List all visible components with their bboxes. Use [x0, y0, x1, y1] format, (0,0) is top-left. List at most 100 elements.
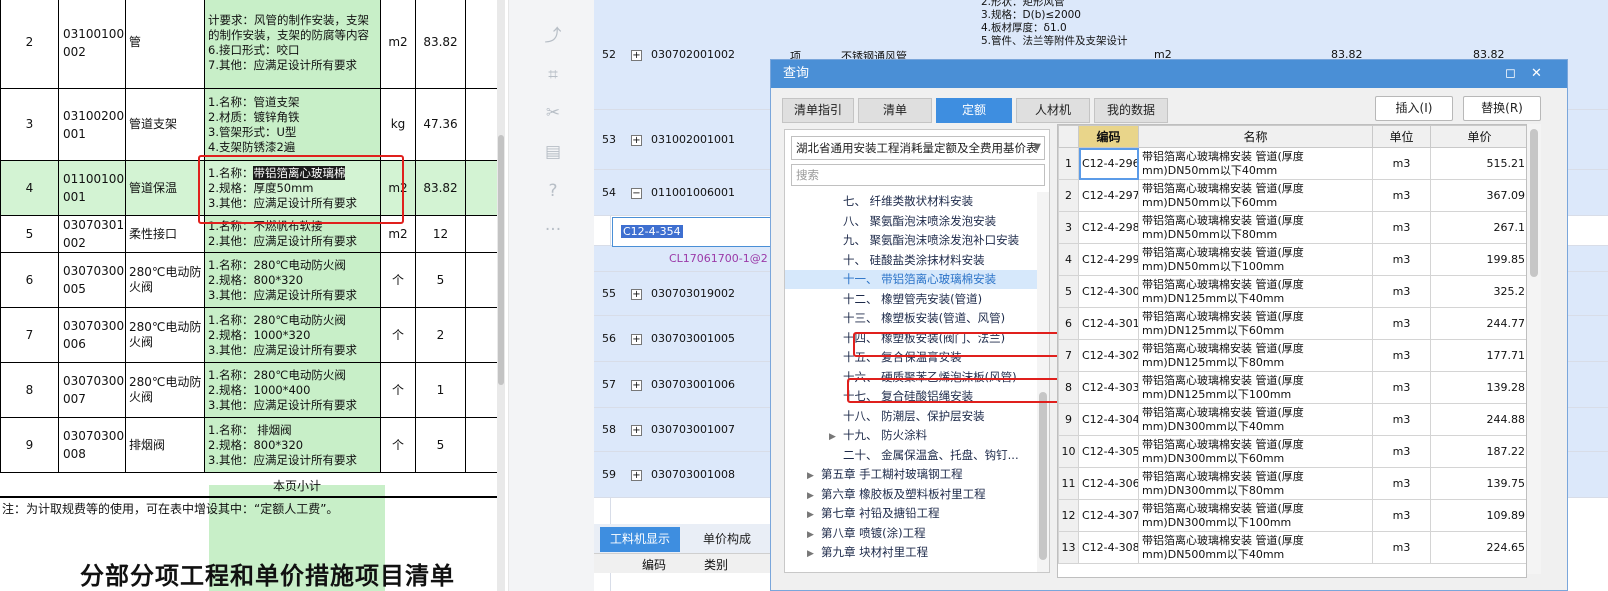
quota-row[interactable]: 6 C12-4-301 带铝箔离心玻璃棉安装 管道(厚度mm)DN125mm以下60…	[1058, 307, 1526, 340]
expand-icon[interactable]: +	[631, 289, 642, 300]
caret-right-icon[interactable]: ▶	[807, 526, 821, 545]
search-input[interactable]: 搜索	[791, 164, 1045, 186]
quota-row[interactable]: 13 C12-4-308 带铝箔离心玻璃棉安装 管道(厚度mm)DN500mm以下4…	[1058, 531, 1526, 564]
tree-item[interactable]: ▶ 第六章 橡胶板及塑料板衬里工程	[785, 485, 1037, 504]
caret-right-icon[interactable]: ▶	[829, 428, 843, 447]
snap-icon[interactable]: ⤴	[542, 25, 564, 47]
caret-right-icon[interactable]: ▶	[807, 467, 821, 486]
quota-row[interactable]: 2 C12-4-297 带铝箔离心玻璃棉安装 管道(厚度mm)DN50mm以下60m…	[1058, 179, 1526, 212]
row-number: 6	[1058, 307, 1079, 340]
maximize-icon[interactable]: ◻	[1505, 60, 1516, 88]
quota-code: C12-4-304	[1078, 403, 1139, 436]
grid-item-code: 030703001005	[651, 332, 735, 345]
expand-icon[interactable]: +	[631, 135, 642, 146]
tree-item[interactable]: ▶ 十九、 防火涂料	[785, 426, 1037, 445]
caret-right-icon[interactable]: ▶	[807, 487, 821, 506]
item-description: 1.名称： 排烟阀 2.规格：800*320 3.其他：应满足设计所有要求	[204, 417, 381, 473]
red-highlight-tree-11	[853, 332, 1071, 357]
dialog-titlebar[interactable]: 查询 ◻ ✕	[771, 60, 1567, 88]
tab-quota[interactable]: 定额	[936, 98, 1012, 123]
item-unit: m2	[380, 0, 416, 89]
close-icon[interactable]: ✕	[1531, 60, 1542, 88]
shape-icon[interactable]: ⌗	[542, 64, 564, 86]
col-name[interactable]: 名称	[1138, 125, 1373, 148]
grid-row-number: 52	[602, 48, 616, 61]
quota-edit-cell[interactable]: C12-4-354	[612, 217, 772, 247]
tree-item[interactable]: 二十、 金属保温盒、托盘、钩钉...	[785, 446, 1037, 465]
quota-unit: m3	[1372, 403, 1431, 436]
caret-right-icon[interactable]: ▶	[807, 545, 821, 564]
item-extra	[465, 362, 500, 418]
row-number: 7	[0, 307, 59, 363]
quota-row[interactable]: 5 C12-4-300 带铝箔离心玻璃棉安装 管道(厚度mm)DN125mm以下40…	[1058, 275, 1526, 308]
insert-button[interactable]: 插入(I)	[1375, 96, 1453, 121]
table-bottom-rule	[0, 496, 500, 498]
tree-scroll-thumb[interactable]	[1039, 392, 1047, 560]
replace-button[interactable]: 替换(R)	[1463, 96, 1541, 121]
quota-name: 带铝箔离心玻璃棉安装 管道(厚度mm)DN125mm以下60mm	[1138, 307, 1373, 340]
item-extra	[465, 215, 500, 253]
quota-row[interactable]: 3 C12-4-298 带铝箔离心玻璃棉安装 管道(厚度mm)DN50mm以下80m…	[1058, 211, 1526, 244]
quota-row[interactable]: 7 C12-4-302 带铝箔离心玻璃棉安装 管道(厚度mm)DN125mm以下80…	[1058, 339, 1526, 372]
tree-item-label: 十、 硅酸盐类涂抹材料安装	[843, 252, 985, 267]
quota-price: 367.09	[1430, 179, 1526, 212]
row-number: 4	[0, 160, 59, 216]
tree-item[interactable]: 十八、 防潮层、保护层安装	[785, 407, 1037, 426]
col-unit[interactable]: 单位	[1372, 125, 1431, 148]
expand-icon[interactable]: +	[631, 470, 642, 481]
item-qty: 47.36	[415, 88, 466, 161]
collapse-icon[interactable]: −	[631, 188, 642, 199]
tree-item[interactable]: 十三、 橡塑板安装(管道、风管)	[785, 309, 1037, 328]
more-icon[interactable]: ···	[542, 219, 564, 241]
item-name: 柔性接口	[125, 215, 205, 253]
tab-unit-price[interactable]: 单价构成	[688, 527, 766, 552]
row-number: 2	[0, 0, 59, 89]
tree-item[interactable]: 十一、 带铝箔离心玻璃棉安装	[785, 270, 1037, 289]
help-icon[interactable]: ?	[542, 180, 564, 202]
book-icon[interactable]: ▤	[542, 141, 564, 163]
tree-item[interactable]: 八、 聚氨酯泡沫喷涂发泡安装	[785, 212, 1037, 231]
tree-item[interactable]: 七、 纤维类散状材料安装	[785, 192, 1037, 211]
quota-row[interactable]: 9 C12-4-304 带铝箔离心玻璃棉安装 管道(厚度mm)DN300mm以下40…	[1058, 403, 1526, 436]
tab-materials-display[interactable]: 工料机显示	[600, 527, 680, 552]
quota-library-select[interactable]: 湖北省通用安装工程消耗量定额及全费用基价表 ▼	[791, 136, 1045, 160]
caret-right-icon[interactable]: ▶	[807, 506, 821, 525]
side-toolbar: ⤴ ⌗ ✂ ▤ ? ···	[508, 0, 594, 591]
doc-scroll-thumb[interactable]	[498, 135, 504, 385]
item-extra	[465, 307, 500, 363]
quota-price: 325.2	[1430, 275, 1526, 308]
tree-item[interactable]: 十、 硅酸盐类涂抹材料安装	[785, 251, 1037, 270]
quota-row[interactable]: 4 C12-4-299 带铝箔离心玻璃棉安装 管道(厚度mm)DN50mm以下100…	[1058, 243, 1526, 276]
quota-price: 187.22	[1430, 435, 1526, 468]
quota-row[interactable]: 1 C12-4-296 带铝箔离心玻璃棉安装 管道(厚度mm)DN50mm以下40m…	[1058, 147, 1526, 180]
item-description: 1.名称：管道支架 2.材质：镀锌角铁 3.管架形式：U型 4.支架防锈漆2遍	[204, 88, 381, 161]
expand-icon[interactable]: +	[631, 334, 642, 345]
quota-row[interactable]: 8 C12-4-303 带铝箔离心玻璃棉安装 管道(厚度mm)DN125mm以下10…	[1058, 371, 1526, 404]
tree-item[interactable]: 十二、 橡塑管壳安装(管道)	[785, 290, 1037, 309]
tab-bill[interactable]: 清单	[858, 98, 932, 123]
tree-item-label: 二十、 金属保温盒、托盘、钩钉...	[843, 447, 1019, 462]
tree-item[interactable]: ▶ 第九章 块材衬里工程	[785, 543, 1037, 562]
tree-item[interactable]: ▶ 第七章 衬铅及搪铅工程	[785, 504, 1037, 523]
material-code: CL17061700-1@2	[669, 252, 768, 265]
expand-icon[interactable]: +	[631, 380, 642, 391]
col-price[interactable]: 单价	[1430, 125, 1526, 148]
grid-row-number: 55	[602, 287, 616, 300]
quota-row[interactable]: 11 C12-4-306 带铝箔离心玻璃棉安装 管道(厚度mm)DN300mm以下8…	[1058, 467, 1526, 500]
tab-labor-material[interactable]: 人材机	[1016, 98, 1090, 123]
tree-item[interactable]: ▶ 第八章 喷镀(涂)工程	[785, 524, 1037, 543]
quota-row[interactable]: 10 C12-4-305 带铝箔离心玻璃棉安装 管道(厚度mm)DN300mm以下6…	[1058, 435, 1526, 468]
expand-icon[interactable]: +	[631, 425, 642, 436]
tool-icon[interactable]: ✂	[542, 102, 564, 124]
tab-my-data[interactable]: 我的数据	[1094, 98, 1168, 123]
tree-item[interactable]: 九、 聚氨酯泡沫喷涂发泡补口安装	[785, 231, 1037, 250]
results-scrollbar[interactable]	[1527, 124, 1541, 574]
col-code[interactable]: 编码	[1078, 125, 1139, 148]
tree-item[interactable]: ▶ 第五章 手工糊衬玻璃钢工程	[785, 465, 1037, 484]
quota-row[interactable]: 12 C12-4-307 带铝箔离心玻璃棉安装 管道(厚度mm)DN300mm以下1…	[1058, 499, 1526, 532]
item-qty: 12	[415, 215, 466, 253]
quota-code: C12-4-307	[1078, 499, 1139, 532]
results-scroll-thumb[interactable]	[1530, 129, 1538, 277]
expand-icon[interactable]: +	[631, 50, 642, 61]
tab-bill-guide[interactable]: 清单指引	[782, 98, 854, 123]
